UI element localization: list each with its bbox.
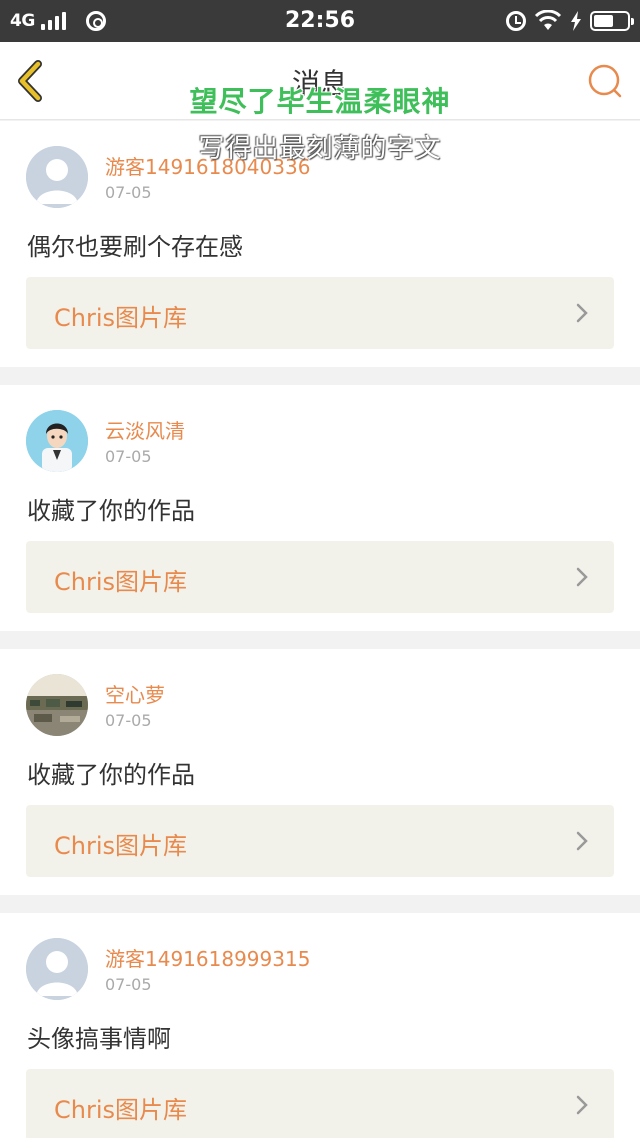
chevron-right-icon	[576, 831, 588, 851]
username[interactable]: 游客1491618999315	[105, 943, 310, 972]
message-card: 游客1491618999315 07-05 头像搞事情啊 Chris图片库	[0, 913, 640, 1138]
overlay-caption-line2: 写得出最刻薄的字文	[198, 134, 442, 164]
chevron-right-icon	[576, 567, 588, 587]
message-date: 07-05	[105, 975, 152, 994]
overlay-caption-line1: 望尽了毕生温柔眼神	[189, 85, 451, 118]
cartoon-person-avatar[interactable]	[26, 410, 88, 472]
chevron-right-icon	[576, 1095, 588, 1115]
message-feed: 游客1491618040336 07-05 偶尔也要刷个存在感 Chris图片库…	[0, 121, 640, 1138]
username[interactable]: 云淡风清	[105, 415, 185, 444]
message-text: 收藏了你的作品	[27, 761, 195, 789]
username[interactable]: 空心萝	[105, 679, 165, 708]
chevron-right-icon	[576, 303, 588, 323]
alarm-icon	[506, 11, 526, 31]
message-text: 收藏了你的作品	[27, 497, 195, 525]
album-link[interactable]: Chris图片库	[26, 277, 614, 349]
album-label: Chris图片库	[54, 1096, 188, 1124]
status-right	[506, 0, 634, 42]
album-label: Chris图片库	[54, 832, 188, 860]
message-date: 07-05	[105, 447, 152, 466]
album-link[interactable]: Chris图片库	[26, 805, 614, 877]
battery-icon	[590, 11, 634, 31]
street-photo-avatar[interactable]	[26, 674, 88, 736]
message-text: 偶尔也要刷个存在感	[27, 233, 243, 261]
charging-icon	[571, 11, 581, 31]
message-date: 07-05	[105, 711, 152, 730]
message-text: 头像搞事情啊	[27, 1025, 171, 1053]
status-bar: 4G 22:56	[0, 0, 640, 42]
message-date: 07-05	[105, 183, 152, 202]
wifi-icon	[534, 10, 562, 30]
album-link[interactable]: Chris图片库	[26, 1069, 614, 1138]
message-card: 空心萝 07-05 收藏了你的作品 Chris图片库	[0, 649, 640, 895]
album-label: Chris图片库	[54, 304, 188, 332]
message-card: 云淡风清 07-05 收藏了你的作品 Chris图片库	[0, 385, 640, 631]
album-label: Chris图片库	[54, 568, 188, 596]
album-link[interactable]: Chris图片库	[26, 541, 614, 613]
default-avatar-icon[interactable]	[26, 938, 88, 1000]
